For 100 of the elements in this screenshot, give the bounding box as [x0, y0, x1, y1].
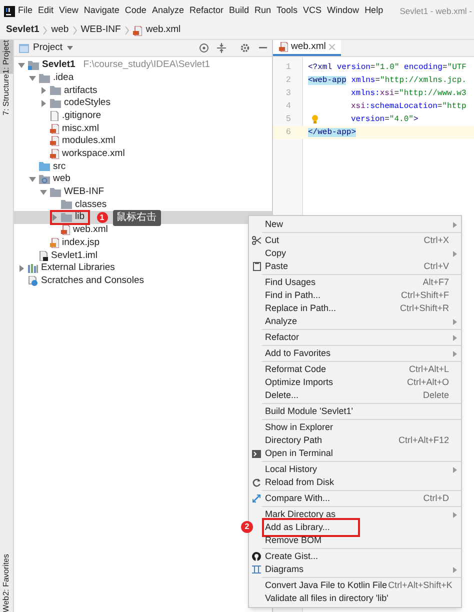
scratches-icon — [28, 276, 38, 286]
xml-file-icon — [50, 149, 59, 160]
menu-item[interactable]: Run — [254, 4, 272, 18]
menu-item[interactable]: Open in Terminal — [249, 447, 461, 460]
menu-item[interactable]: Convert Java File to Kotlin File Ctrl+Alt+Shift+K — [249, 579, 461, 592]
menu-item[interactable]: VCS — [303, 4, 322, 18]
menu-item[interactable]: Build Module 'Sevlet1' — [249, 405, 461, 418]
menu-item[interactable]: Reload from Disk — [249, 476, 461, 489]
tree-item[interactable]: artifacts — [64, 84, 98, 98]
collapsed-arrow-icon[interactable] — [18, 264, 25, 272]
tree-item[interactable]: Sevlet1 — [42, 58, 76, 72]
line-number: 1 — [284, 61, 291, 74]
menu-item[interactable]: Edit — [38, 4, 54, 18]
menu-item[interactable]: Mark Directory as — [249, 508, 461, 521]
shortcut-label: Delete — [422, 388, 449, 402]
menu-item[interactable]: Add to Favorites — [249, 347, 461, 360]
libraries-icon — [28, 264, 38, 273]
menu-item[interactable]: Optimize Imports Ctrl+Alt+O — [249, 376, 461, 389]
app-logo-icon — [4, 6, 15, 16]
tree-item[interactable]: classes — [75, 198, 107, 212]
code-line: xsi:schemaLocation="http — [351, 100, 466, 112]
tree-item[interactable]: web.xml — [73, 223, 108, 238]
menu-item[interactable]: Refactor — [249, 331, 461, 344]
tool-window-tab[interactable]: 7: Structure — [0, 74, 13, 116]
expanded-arrow-icon[interactable] — [29, 76, 36, 81]
minimize-icon[interactable] — [259, 47, 267, 49]
menu-item[interactable]: Analyze — [152, 4, 184, 18]
folder-icon — [39, 162, 50, 172]
scissors-icon — [252, 236, 261, 245]
breadcrumb-item[interactable]: WEB-INF — [80, 23, 121, 38]
menu-item[interactable]: Reformat Code Ctrl+Alt+L — [249, 363, 461, 376]
dropdown-icon[interactable] — [66, 46, 73, 50]
close-icon[interactable] — [328, 44, 335, 50]
tree-item[interactable]: index.jsp — [62, 236, 100, 250]
menu-item[interactable]: Tools — [276, 4, 298, 18]
tree-item[interactable]: workspace.xml — [62, 147, 125, 162]
submenu-arrow-icon — [453, 566, 457, 572]
tree-item[interactable]: misc.xml — [62, 122, 99, 136]
menu-item[interactable]: Analyze — [249, 315, 461, 328]
menu-item[interactable]: Diagrams — [249, 563, 461, 576]
menu-item[interactable]: Help — [364, 4, 384, 18]
jsp-file-icon — [50, 238, 59, 248]
menu-item[interactable]: View — [59, 4, 78, 18]
chevron-icon — [124, 26, 129, 35]
menu-item[interactable]: Delete... Delete — [249, 389, 461, 402]
menu-item[interactable]: Create Gist... — [249, 550, 461, 563]
menu-item[interactable]: File — [18, 4, 33, 18]
collapse-icon[interactable] — [217, 43, 226, 53]
folder-icon — [61, 213, 72, 222]
tree-item[interactable]: Scratches and Consoles — [41, 274, 144, 288]
menu-item[interactable]: Find Usages Alt+F7 — [249, 276, 461, 289]
tree-item[interactable]: .idea — [53, 70, 74, 86]
menu-item[interactable]: Validate all files in directory 'lib' — [249, 592, 461, 605]
settings-icon[interactable] — [240, 43, 250, 53]
step-badge: 2 — [241, 521, 253, 533]
tool-window-tab[interactable]: Web — [0, 596, 13, 612]
tree-item[interactable]: lib — [75, 210, 85, 225]
shortcut-label: Ctrl+Alt+O — [406, 376, 449, 389]
breadcrumb-item[interactable]: web — [51, 23, 69, 38]
folder-icon — [39, 175, 50, 184]
menu-item[interactable]: Remove BOM — [249, 534, 461, 547]
tool-window-tab[interactable]: 1: Project — [0, 40, 13, 74]
collapsed-arrow-icon[interactable] — [40, 87, 47, 94]
menu-item[interactable]: Copy — [249, 247, 461, 260]
menu-item[interactable]: Show in Explorer — [249, 421, 461, 434]
lightbulb-icon[interactable] — [312, 115, 318, 124]
tool-window-tab[interactable]: 2: Favorites — [0, 554, 13, 596]
editor-tab[interactable]: web.xml — [273, 40, 341, 56]
tree-item[interactable]: modules.xml — [62, 134, 116, 149]
locate-icon[interactable] — [199, 43, 209, 53]
submenu-arrow-icon — [453, 222, 457, 228]
tree-item[interactable]: src — [53, 160, 66, 174]
expanded-arrow-icon[interactable] — [40, 190, 47, 195]
tree-item[interactable]: .gitignore — [62, 108, 102, 124]
menu-item[interactable]: Window — [327, 4, 360, 18]
breadcrumb-item[interactable]: Sevlet1 — [6, 23, 40, 38]
tree-item[interactable]: Sevlet1.iml — [51, 248, 98, 263]
menu-item[interactable]: Compare With... Ctrl+D — [249, 492, 461, 505]
menu-item[interactable]: Local History — [249, 463, 461, 476]
menu-item[interactable]: Code — [124, 4, 146, 18]
menu-item[interactable]: Directory Path Ctrl+Alt+F12 — [249, 434, 461, 447]
menu-item[interactable]: Find in Path... Ctrl+Shift+F — [249, 289, 461, 302]
tree-item[interactable]: WEB-INF — [64, 185, 104, 200]
menu-item[interactable]: Refactor — [189, 4, 224, 18]
collapsed-arrow-icon[interactable] — [51, 214, 58, 222]
breadcrumb-item[interactable]: web.xml — [146, 23, 181, 38]
tree-item[interactable]: codeStyles — [64, 96, 110, 111]
shortcut-label: Ctrl+Shift+R — [400, 302, 449, 315]
tree-item[interactable]: web — [53, 172, 70, 187]
expanded-arrow-icon[interactable] — [18, 62, 25, 68]
menu-item[interactable]: Build — [228, 4, 249, 18]
submenu-arrow-icon — [453, 466, 457, 472]
menu-item[interactable]: Navigate — [84, 4, 120, 18]
menu-item[interactable]: Cut Ctrl+X — [249, 234, 461, 247]
tree-item[interactable]: External Libraries — [41, 261, 115, 276]
expanded-arrow-icon[interactable] — [29, 177, 36, 182]
menu-item[interactable]: Replace in Path... Ctrl+Shift+R — [249, 302, 461, 315]
menu-item[interactable]: Paste Ctrl+V — [249, 260, 461, 273]
panel-title[interactable]: Project — [33, 40, 63, 56]
collapsed-arrow-icon[interactable] — [40, 100, 47, 107]
